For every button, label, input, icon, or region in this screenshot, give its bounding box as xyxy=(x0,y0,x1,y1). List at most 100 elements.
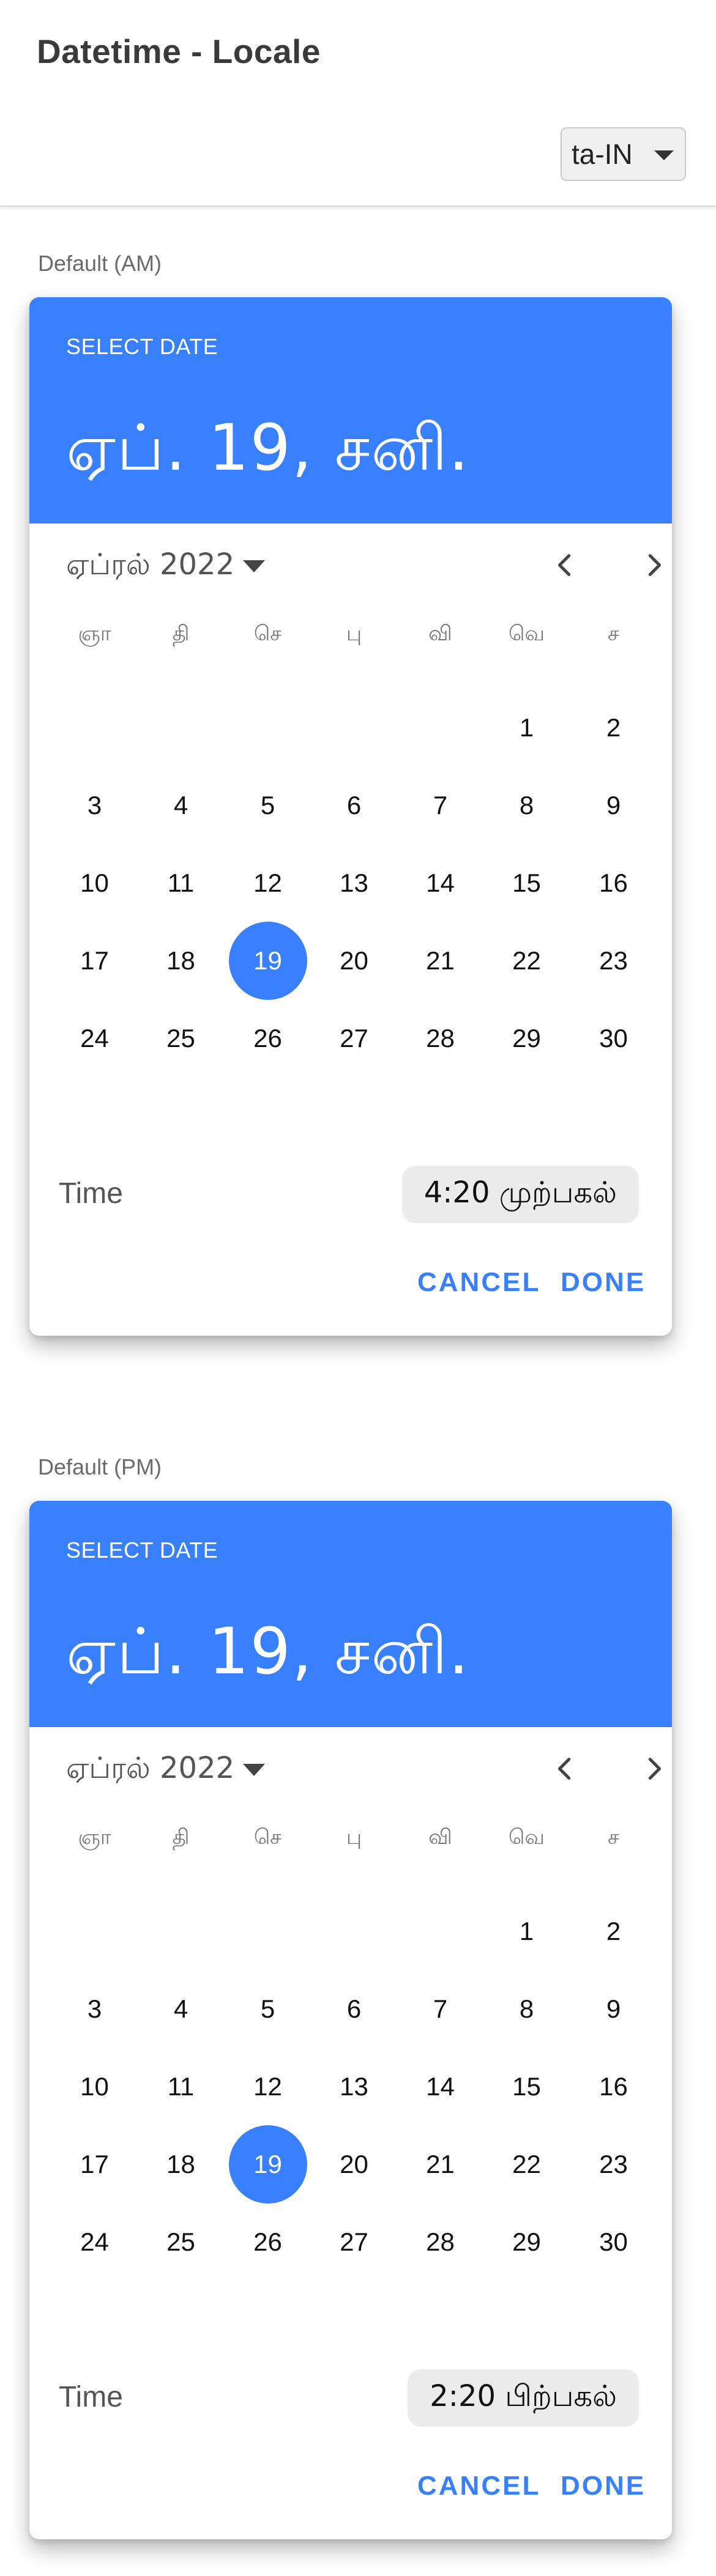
month-year-button[interactable]: ஏப்ரல் 2022 xyxy=(66,545,266,588)
calendar-day[interactable]: 18 xyxy=(142,2125,220,2204)
weekday-label: வெ xyxy=(508,621,545,646)
picker-actions: CANCEL DONE xyxy=(29,2460,672,2515)
time-button[interactable]: 2:20 பிற்பகல் xyxy=(408,2369,639,2427)
calendar-day[interactable]: 1 xyxy=(488,1892,566,1971)
calendar-day[interactable]: 24 xyxy=(56,2203,134,2281)
done-button[interactable]: DONE xyxy=(561,1267,646,1298)
calendar-day[interactable]: 17 xyxy=(56,922,134,1000)
calendar-day[interactable]: 2 xyxy=(575,1892,653,1971)
next-month-button[interactable] xyxy=(629,542,672,591)
chevron-right-icon xyxy=(640,551,668,582)
calendar-day[interactable]: 1 xyxy=(488,689,566,767)
chevron-right-icon xyxy=(640,1755,668,1786)
calendar-day[interactable]: 27 xyxy=(315,999,393,1078)
calendar-day[interactable]: 5 xyxy=(229,766,307,845)
calendar-day[interactable]: 12 xyxy=(229,844,307,922)
weekday-label: பு xyxy=(346,1825,362,1849)
calendar-day[interactable]: 30 xyxy=(575,999,653,1078)
calendar-day[interactable]: 22 xyxy=(488,922,566,1000)
picker-header: SELECT DATE ஏப். 19, சனி. xyxy=(29,297,672,524)
calendar-day[interactable]: 3 xyxy=(56,1970,134,2048)
calendar-day[interactable]: 26 xyxy=(229,2203,307,2281)
calendar-day[interactable]: 12 xyxy=(229,2048,307,2126)
calendar-day[interactable]: 3 xyxy=(56,766,134,845)
calendar-day[interactable]: 17 xyxy=(56,2125,134,2204)
calendar-day[interactable]: 15 xyxy=(488,2048,566,2126)
calendar-day[interactable]: 5 xyxy=(229,1970,307,2048)
calendar-day[interactable]: 4 xyxy=(142,1970,220,2048)
calendar-day[interactable]: 11 xyxy=(142,844,220,922)
calendar-day[interactable]: 8 xyxy=(488,766,566,845)
calendar-day[interactable]: 9 xyxy=(575,766,653,845)
chevron-left-icon xyxy=(551,551,580,582)
caret-down-icon xyxy=(243,560,266,572)
calendar-day[interactable]: 24 xyxy=(56,999,134,1078)
calendar-day[interactable]: 26 xyxy=(229,999,307,1078)
calendar-day[interactable]: 7 xyxy=(401,766,480,845)
calendar-day[interactable]: 29 xyxy=(488,999,566,1078)
cancel-button[interactable]: CANCEL xyxy=(417,2471,540,2501)
calendar-day[interactable]: 6 xyxy=(315,1970,393,2048)
calendar-day[interactable]: 16 xyxy=(575,2048,653,2126)
calendar-day[interactable]: 28 xyxy=(401,999,480,1078)
calendar-day[interactable]: 20 xyxy=(315,922,393,1000)
select-date-label: SELECT DATE xyxy=(66,334,218,359)
next-month-button[interactable] xyxy=(629,1745,672,1794)
calendar-day[interactable]: 14 xyxy=(401,844,480,922)
weekday-label: செ xyxy=(253,621,282,646)
calendar-day[interactable]: 25 xyxy=(142,2203,220,2281)
calendar-day[interactable]: 18 xyxy=(142,922,220,1000)
calendar-day[interactable]: 21 xyxy=(401,922,480,1000)
calendar-day-selected[interactable]: 19 xyxy=(228,922,307,1000)
calendar-day[interactable]: 16 xyxy=(575,844,653,922)
picker-header: SELECT DATE ஏப். 19, சனி. xyxy=(29,1501,672,1727)
calendar-day[interactable]: 7 xyxy=(401,1970,480,2048)
calendar-day[interactable]: 13 xyxy=(315,2048,393,2126)
weekday-label: ச xyxy=(608,621,619,646)
calendar-day[interactable]: 21 xyxy=(401,2125,480,2204)
time-row: Time 4:20 முற்பகல் xyxy=(29,1160,672,1227)
calendar-day[interactable]: 10 xyxy=(56,2048,134,2126)
calendar-day[interactable]: 10 xyxy=(56,844,134,922)
weekday-label: பு xyxy=(346,621,362,646)
calendar-day[interactable]: 30 xyxy=(575,2203,653,2281)
cancel-button[interactable]: CANCEL xyxy=(417,1267,540,1298)
caret-down-icon xyxy=(654,150,674,160)
calendar-day[interactable]: 20 xyxy=(315,2125,393,2204)
previous-month-button[interactable] xyxy=(541,1745,590,1794)
page-title: Datetime - Locale xyxy=(37,32,321,70)
time-button[interactable]: 4:20 முற்பகல் xyxy=(401,1166,639,1223)
calendar-day[interactable]: 29 xyxy=(488,2203,566,2281)
month-navigation: ஏப்ரல் 2022 xyxy=(29,524,672,609)
datetime-picker: SELECT DATE ஏப். 19, சனி. ஏப்ரல் 2022 ஞா… xyxy=(29,297,672,1336)
calendar-day-selected[interactable]: 19 xyxy=(228,2125,307,2204)
chevron-left-icon xyxy=(551,1755,580,1786)
section-label: Default (PM) xyxy=(38,1454,162,1479)
calendar-day[interactable]: 28 xyxy=(401,2203,480,2281)
calendar-day[interactable]: 23 xyxy=(575,922,653,1000)
month-year-label: ஏப்ரல் 2022 xyxy=(66,1751,235,1785)
calendar-day[interactable]: 11 xyxy=(142,2048,220,2126)
calendar-day[interactable]: 23 xyxy=(575,2125,653,2204)
time-row: Time 2:20 பிற்பகல் xyxy=(29,2363,672,2430)
weekday-header: ஞா தி செ பு வி வெ ச xyxy=(29,1825,672,1868)
month-year-button[interactable]: ஏப்ரல் 2022 xyxy=(66,1749,266,1791)
locale-select[interactable]: ta-IN xyxy=(561,127,686,181)
calendar-day[interactable]: 8 xyxy=(488,1970,566,2048)
calendar-day[interactable]: 14 xyxy=(401,2048,480,2126)
datetime-picker: SELECT DATE ஏப். 19, சனி. ஏப்ரல் 2022 ஞா… xyxy=(29,1501,672,2539)
section-label: Default (AM) xyxy=(38,251,162,276)
calendar-day[interactable]: 15 xyxy=(488,844,566,922)
done-button[interactable]: DONE xyxy=(561,2471,646,2501)
weekday-label: வி xyxy=(428,621,452,646)
calendar-day[interactable]: 2 xyxy=(575,689,653,767)
calendar-day[interactable]: 25 xyxy=(142,999,220,1078)
previous-month-button[interactable] xyxy=(541,542,590,591)
weekday-label: தி xyxy=(172,1825,190,1849)
calendar-day[interactable]: 9 xyxy=(575,1970,653,2048)
calendar-day[interactable]: 4 xyxy=(142,766,220,845)
calendar-day[interactable]: 22 xyxy=(488,2125,566,2204)
calendar-day[interactable]: 13 xyxy=(315,844,393,922)
calendar-day[interactable]: 27 xyxy=(315,2203,393,2281)
calendar-day[interactable]: 6 xyxy=(315,766,393,845)
